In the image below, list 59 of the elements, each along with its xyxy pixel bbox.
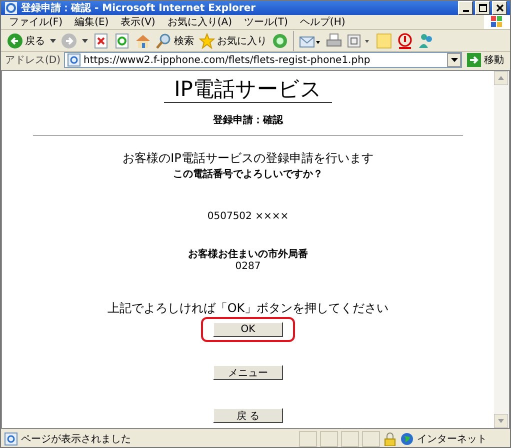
go-button[interactable]: 移動 [465,53,506,67]
form-button[interactable]: OK [213,322,283,337]
page-icon [66,53,81,67]
info-icon[interactable] [397,32,413,49]
close-button[interactable] [492,1,507,16]
address-label: アドレス(D) [5,54,61,67]
messenger-icon[interactable] [418,32,434,49]
browser-icon [4,1,18,16]
menu-item[interactable]: ヘルプ(H) [300,15,346,30]
scroll-down-icon[interactable] [494,414,508,428]
status-pane [299,431,317,447]
intro-text: お客様のIP電話サービスの登録申請を行います [122,150,374,167]
menu-item[interactable]: 表示(V) [120,15,156,30]
arrow-icon [467,53,481,67]
close-icon [496,4,504,12]
dropdown-arrow-icon[interactable] [50,38,56,43]
status-pane [320,431,338,447]
dropdown-arrow-icon[interactable] [82,38,88,43]
page-heading: IP電話サービス [164,77,332,103]
media-icon[interactable] [272,32,288,49]
search-icon [156,32,172,49]
menu-item[interactable]: ツール(T) [244,15,288,30]
stop-icon[interactable] [93,32,109,49]
status-text: ページが表示されました [21,432,132,446]
question-text: この電話番号でよろしいですか？ [173,168,323,181]
status-pane [362,431,380,447]
window-title: 登録申請：確認 - Microsoft Internet Explorer [21,2,257,16]
zone-text: インターネット [417,433,488,446]
star-icon [199,32,215,49]
lock-icon [383,432,397,446]
search-button[interactable]: 検索 [156,32,194,49]
minimize-button[interactable] [458,1,473,16]
windows-logo-icon [484,15,510,30]
back-button[interactable]: 戻る [7,32,45,49]
menu-item[interactable]: お気に入り(A) [167,15,232,30]
menu-item[interactable]: ファイル(F) [9,15,63,30]
form-button[interactable]: メニュー [213,365,283,380]
area-code: 0287 [235,261,261,272]
dropdown-button[interactable] [447,53,461,67]
globe-icon [400,432,414,446]
maximize-icon [478,4,486,12]
print-icon[interactable] [326,32,342,49]
area-code-label: お客様お住まいの市外局番 [188,247,308,261]
status-pane [341,431,359,447]
page-subheading: 登録申請：確認 [213,114,283,127]
scroll-up-icon[interactable] [494,71,508,85]
edit-icon[interactable] [347,32,371,49]
home-icon[interactable] [135,32,151,49]
page-icon [4,432,18,446]
favorites-button[interactable]: お気に入り [199,32,267,49]
address-field[interactable]: https://www2.f-ipphone.com/flets/flets-regist-phone1.php [64,52,462,68]
menu-item[interactable]: 編集(E) [74,15,109,30]
scrollbar[interactable] [494,71,509,428]
maximize-button[interactable] [475,1,490,16]
phone-number: 0507502 ×××× [207,211,289,222]
caret-icon [450,58,458,62]
form-button[interactable]: 戻 る [213,408,283,423]
instruction-text: 上記でよろしければ「OK」ボタンを押してください [107,300,389,317]
refresh-icon[interactable] [114,32,130,49]
